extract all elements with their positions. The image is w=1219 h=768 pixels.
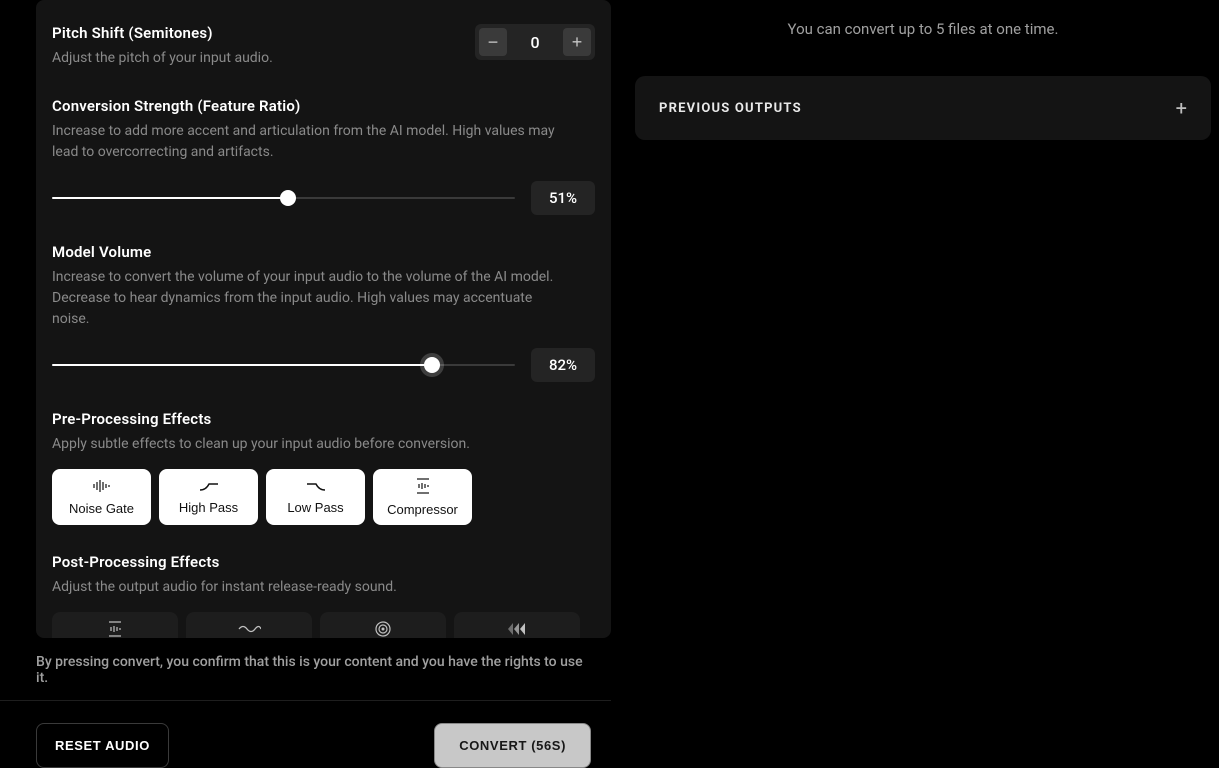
- effect-label: High Pass: [179, 500, 238, 515]
- effect-reverb-button[interactable]: Reverb: [320, 612, 446, 638]
- reverb-icon: [374, 621, 392, 637]
- effect-compressor-post-button[interactable]: Compressor: [52, 612, 178, 638]
- strength-slider-thumb[interactable]: [280, 190, 296, 206]
- previous-outputs-title: PREVIOUS OUTPUTS: [659, 101, 802, 116]
- convert-button[interactable]: CONVERT (56S): [434, 723, 591, 768]
- noise-gate-icon: [92, 479, 112, 493]
- effect-label: Low Pass: [287, 500, 343, 515]
- effect-compressor-button[interactable]: Compressor: [373, 469, 472, 525]
- strength-value: 51%: [531, 181, 595, 215]
- pre-desc: Apply subtle effects to clean up your in…: [52, 434, 562, 455]
- volume-slider[interactable]: [52, 364, 515, 366]
- post-title: Post-Processing Effects: [52, 553, 595, 571]
- setting-post-effects: Post-Processing Effects Adjust the outpu…: [52, 553, 595, 638]
- setting-volume: Model Volume Increase to convert the vol…: [52, 243, 595, 382]
- setting-pitch: Pitch Shift (Semitones) Adjust the pitch…: [52, 24, 595, 69]
- setting-pre-effects: Pre-Processing Effects Apply subtle effe…: [52, 410, 595, 525]
- volume-value: 82%: [531, 348, 595, 382]
- low-pass-icon: [305, 479, 327, 492]
- setting-strength: Conversion Strength (Feature Ratio) Incr…: [52, 97, 595, 215]
- disclaimer-text: By pressing convert, you confirm that th…: [0, 638, 611, 686]
- strength-slider[interactable]: [52, 197, 515, 199]
- plus-icon: +: [1176, 96, 1187, 120]
- pitch-value: 0: [507, 33, 563, 52]
- post-desc: Adjust the output audio for instant rele…: [52, 577, 562, 598]
- reset-audio-button[interactable]: RESET AUDIO: [36, 723, 169, 768]
- strength-desc: Increase to add more accent and articula…: [52, 121, 562, 163]
- strength-title: Conversion Strength (Feature Ratio): [52, 97, 595, 115]
- high-pass-icon: [198, 479, 220, 492]
- effect-noise-gate-button[interactable]: Noise Gate: [52, 469, 151, 525]
- footer-bar: RESET AUDIO CONVERT (56S): [0, 700, 611, 768]
- effect-label: Compressor: [387, 502, 458, 517]
- volume-title: Model Volume: [52, 243, 595, 261]
- volume-slider-thumb[interactable]: [424, 357, 440, 373]
- pitch-stepper: − 0 +: [475, 24, 595, 60]
- volume-desc: Increase to convert the volume of your i…: [52, 267, 562, 330]
- compressor-icon: [413, 478, 433, 494]
- previous-outputs-panel[interactable]: PREVIOUS OUTPUTS +: [635, 76, 1211, 140]
- effect-delay-button[interactable]: Delay: [454, 612, 580, 638]
- pre-title: Pre-Processing Effects: [52, 410, 595, 428]
- effect-label: Noise Gate: [69, 501, 134, 516]
- pitch-plus-button[interactable]: +: [563, 28, 591, 56]
- chorus-icon: [237, 622, 261, 635]
- pitch-title: Pitch Shift (Semitones): [52, 24, 273, 42]
- delay-icon: [508, 621, 526, 637]
- effect-chorus-button[interactable]: Chorus: [186, 612, 312, 638]
- settings-panel: Pitch Shift (Semitones) Adjust the pitch…: [36, 0, 611, 638]
- effect-low-pass-button[interactable]: Low Pass: [266, 469, 365, 525]
- file-limit-note: You can convert up to 5 files at one tim…: [635, 20, 1211, 38]
- pitch-minus-button[interactable]: −: [479, 28, 507, 56]
- effect-high-pass-button[interactable]: High Pass: [159, 469, 258, 525]
- compressor-icon: [105, 621, 125, 637]
- pitch-desc: Adjust the pitch of your input audio.: [52, 48, 273, 69]
